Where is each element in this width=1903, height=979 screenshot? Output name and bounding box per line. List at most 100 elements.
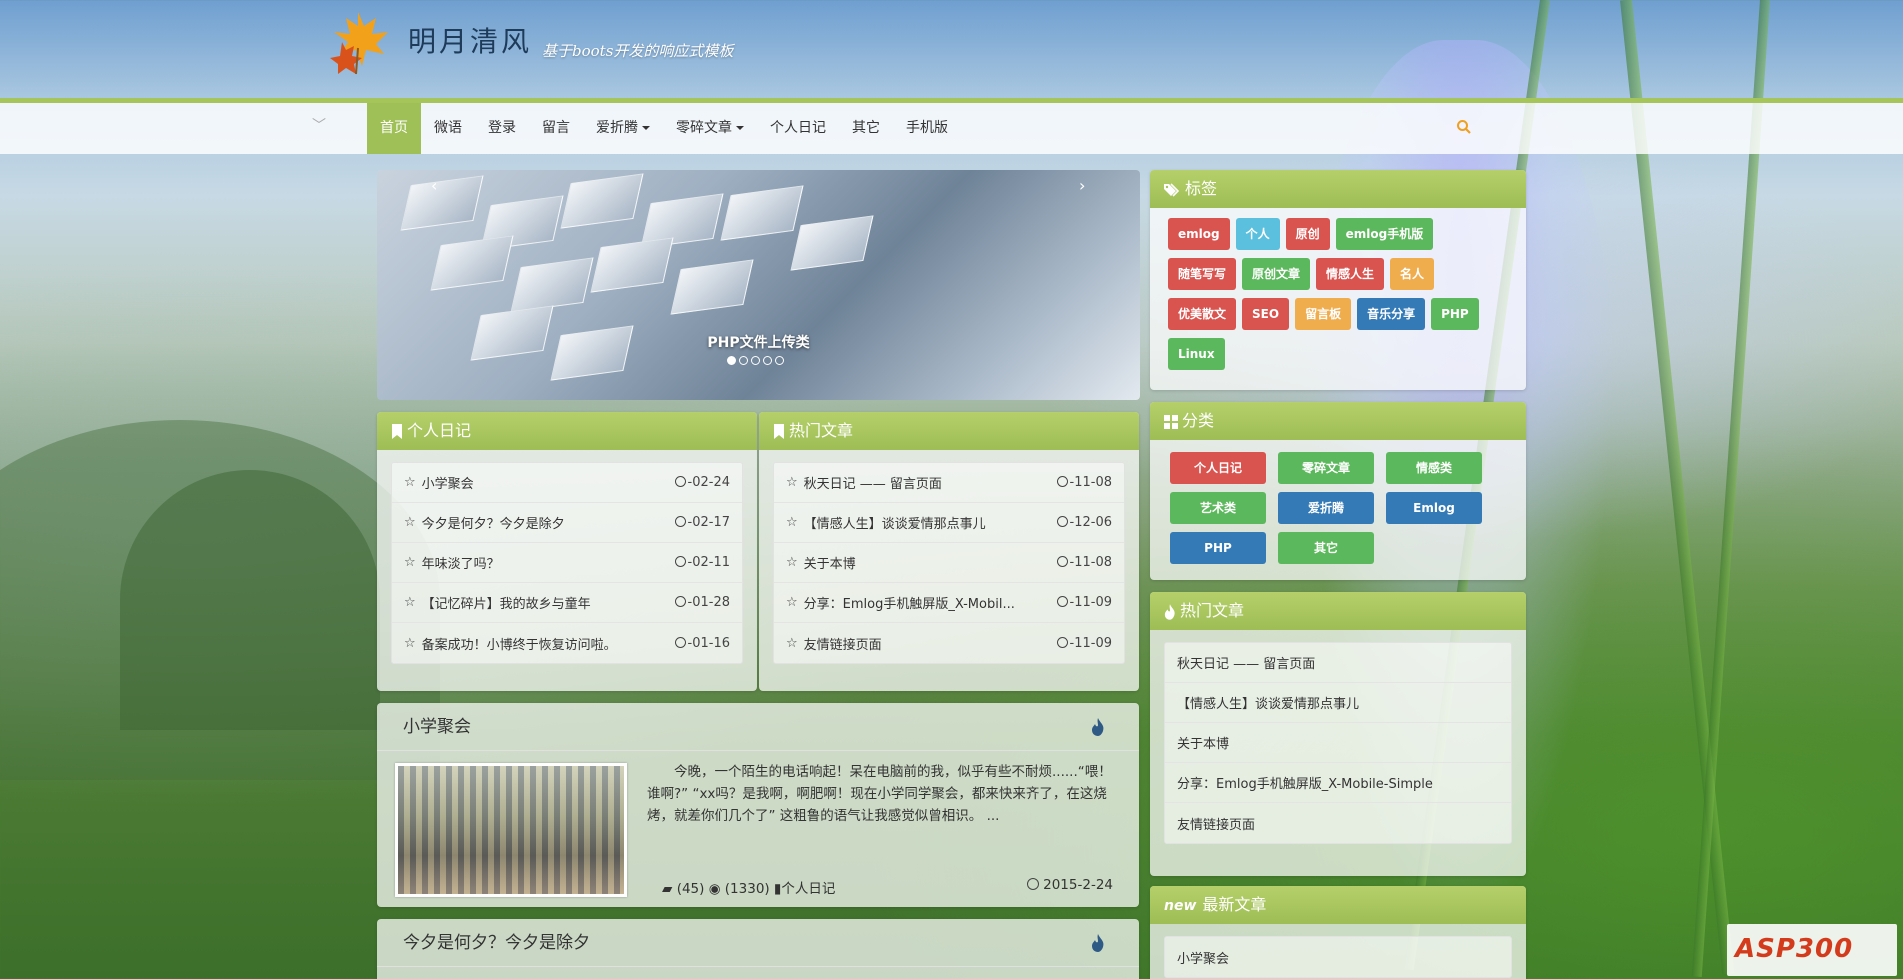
tag-linux[interactable]: Linux [1168,338,1225,370]
tags-panel: 标签 emlog 个人 原创 emlog手机版 随笔写写 原创文章 情感人生 名人 优美散文… [1150,170,1526,390]
featured-carousel[interactable]: ‹ › PHP文件上传类 [377,170,1140,400]
clock-icon [1056,636,1068,648]
carousel-dot[interactable] [739,356,748,365]
nav-item-diary[interactable]: 个人日记 [757,103,839,154]
category-tinkering[interactable]: 爱折腾 [1278,492,1374,524]
star-icon: ☆ [786,555,798,570]
carousel-dot[interactable] [751,356,760,365]
article-title-bar: 小学聚会 [377,703,1139,751]
site-title[interactable]: 明月清风 [408,20,532,60]
category-php[interactable]: PHP [1170,532,1266,564]
star-icon: ☆ [404,515,416,530]
search-icon[interactable] [1456,119,1472,135]
list-item[interactable]: 【情感人生】谈谈爱情那点事儿 [1165,683,1511,723]
carousel-image-tile [590,237,674,293]
bookmark-icon [392,424,402,439]
category-art[interactable]: 艺术类 [1170,492,1266,524]
tag-personal[interactable]: 个人 [1235,218,1280,250]
list-item[interactable]: 秋天日记 —— 留言页面 [1165,643,1511,683]
carousel-dot[interactable] [763,356,772,365]
list-item[interactable]: 分享：Emlog手机触屏版_X-Mobile-Simple [1165,763,1511,803]
star-icon: ☆ [404,555,416,570]
caret-down-icon [642,126,650,130]
nav-item-guestbook[interactable]: 留言 [529,103,583,154]
category-emlog[interactable]: Emlog [1386,492,1482,524]
list-item[interactable]: ☆ 【记忆碎片】我的故乡与童年 -01-28 [392,583,742,623]
grid-icon [1164,414,1178,429]
article-thumbnail[interactable] [395,763,627,897]
hot-list: ☆ 秋天日记 —— 留言页面 -11-08 ☆ 【情感人生】谈谈爱情那点事儿 -12-0… [773,462,1125,664]
list-item[interactable]: ☆ 【情感人生】谈谈爱情那点事儿 -12-06 [774,503,1124,543]
sidebar-hot-list: 秋天日记 —— 留言页面 【情感人生】谈谈爱情那点事儿 关于本博 分享：Emlo… [1164,642,1512,844]
list-item[interactable]: ☆ 分享：Emlog手机触屏版_X-Mobil... -11-09 [774,583,1124,623]
tags-panel-header: 标签 [1150,170,1526,208]
eye-icon: ◉ [708,881,721,897]
tag-cloud: emlog 个人 原创 emlog手机版 随笔写写 原创文章 情感人生 名人 优美散文 SEO… [1150,208,1526,382]
maple-leaf-logo[interactable] [328,8,398,78]
view-count: (1330) [724,881,770,897]
tag-guestbook[interactable]: 留言板 [1295,298,1352,330]
tag-emotional-life[interactable]: 情感人生 [1316,258,1385,290]
nav-item-misc-articles[interactable]: 零碎文章 [663,103,757,154]
fire-icon [1164,603,1175,620]
carousel-image-tile [510,257,594,313]
list-item[interactable]: 关于本博 [1165,723,1511,763]
list-item[interactable]: ☆ 今夕是何夕？今夕是除夕 -02-17 [392,503,742,543]
category-other[interactable]: 其它 [1278,532,1374,564]
carousel-caption[interactable]: PHP文件上传类 [377,332,1140,352]
nav-item-tinkering[interactable]: 爱折腾 [583,103,663,154]
list-item[interactable]: ☆ 关于本博 -11-08 [774,543,1124,583]
list-item[interactable]: ☆ 年味淡了吗？ -02-11 [392,543,742,583]
tag-php[interactable]: PHP [1431,298,1479,330]
star-icon: ☆ [404,475,416,490]
comment-count[interactable]: (45) [677,881,705,897]
nav-menu: 首页 微语 登录 留言 爱折腾 零碎文章 个人日记 其它 手机版 [367,103,961,154]
carousel-image-tile [790,215,874,271]
tag-emlog-mobile[interactable]: emlog手机版 [1335,218,1434,250]
list-item[interactable]: 小学聚会 [1165,937,1511,977]
carousel-image-tile [720,185,804,241]
category-grid: 个人日记 零碎文章 情感类 艺术类 爱折腾 Emlog PHP 其它 [1150,440,1526,564]
carousel-dot[interactable] [727,356,736,365]
clock-icon [674,556,686,567]
tag-emlog[interactable]: emlog [1168,218,1230,250]
carousel-image-tile [560,173,644,229]
tag-prose[interactable]: 优美散文 [1168,298,1237,330]
list-item[interactable]: ☆ 友情链接页面 -11-09 [774,623,1124,663]
star-icon: ☆ [786,635,798,651]
category-emotion[interactable]: 情感类 [1386,452,1482,484]
carousel-indicators [727,356,784,365]
nav-collapse-icon[interactable]: ﹀ [312,115,326,135]
nav-item-other[interactable]: 其它 [839,103,893,154]
list-item[interactable]: 友情链接页面 [1165,803,1511,843]
article-meta: ▰ (45) ◉ (1330) ▮个人日记 [662,877,835,897]
article-title[interactable]: 小学聚会 [403,717,471,737]
tag-original[interactable]: 原创 [1285,218,1330,250]
nav-item-weiyu[interactable]: 微语 [421,103,475,154]
tag-seo[interactable]: SEO [1242,298,1290,330]
nav-item-login[interactable]: 登录 [475,103,529,154]
list-item[interactable]: ☆ 备案成功！小博终于恢复访问啦。 -01-16 [392,623,742,663]
carousel-dot[interactable] [775,356,784,365]
sidebar-hot-panel: 热门文章 秋天日记 —— 留言页面 【情感人生】谈谈爱情那点事儿 关于本博 分享… [1150,592,1526,876]
clock-icon [1056,476,1068,487]
tag-essay[interactable]: 随笔写写 [1168,258,1237,290]
star-icon: ☆ [786,475,798,490]
carousel-prev-icon[interactable]: ‹ [431,176,437,195]
article-category-link[interactable]: 个人日记 [781,881,835,897]
category-misc[interactable]: 零碎文章 [1278,452,1374,484]
list-item[interactable]: ☆ 秋天日记 —— 留言页面 -11-08 [774,463,1124,503]
list-item[interactable]: ☆ 小学聚会 -02-24 [392,463,742,503]
article-title[interactable]: 今夕是何夕？今夕是除夕 [403,933,590,953]
star-icon: ☆ [404,635,416,651]
article-card: 今夕是何夕？今夕是除夕 [377,919,1139,979]
sidebar-new-header: new 最新文章 [1150,886,1526,924]
tag-celebrity[interactable]: 名人 [1390,258,1435,290]
fire-icon [1092,934,1104,952]
category-diary[interactable]: 个人日记 [1170,452,1266,484]
tag-music[interactable]: 音乐分享 [1357,298,1426,330]
nav-item-mobile[interactable]: 手机版 [893,103,961,154]
nav-item-home[interactable]: 首页 [367,103,421,154]
tag-original-articles[interactable]: 原创文章 [1242,258,1311,290]
carousel-next-icon[interactable]: › [1079,176,1085,195]
